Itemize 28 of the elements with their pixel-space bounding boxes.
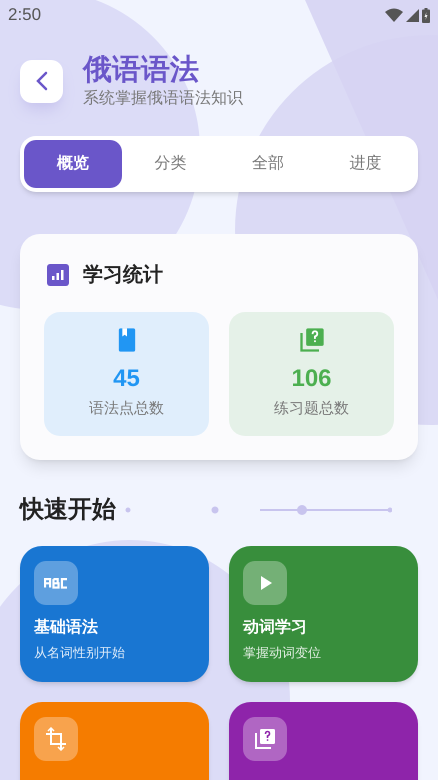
tab[interactable]: 进度 [316,140,414,188]
stat-value: 106 [291,364,332,394]
back-button[interactable] [20,60,63,102]
battery-icon [422,8,430,22]
question-icon [253,727,277,751]
chart-icon [47,264,69,286]
page-title: 俄语语法 [83,53,200,88]
quick-start-card[interactable]: 基础语法 从名词性别开始 [20,546,209,682]
stat-value: 45 [113,364,140,394]
crop-icon [44,727,68,751]
back-icon [36,71,48,91]
tab[interactable]: 概览 [24,140,122,188]
card-title: 动词学习 [243,618,307,638]
card-title: 基础语法 [34,618,98,638]
status-time: 2:50 [8,4,42,26]
wifi-icon [385,8,403,22]
stat-label: 语法点总数 [89,399,164,419]
quick-start-card[interactable]: 动词学习 掌握动词变位 [229,546,418,682]
page-subtitle: 系统掌握俄语语法知识 [83,88,243,109]
signal-icon [406,8,419,22]
stats-title: 学习统计 [83,262,163,288]
stat-label: 练习题总数 [274,399,349,419]
abc-icon [44,578,68,588]
tab[interactable]: 全部 [219,140,316,188]
tab[interactable]: 分类 [122,140,219,188]
card-subtitle: 从名词性别开始 [34,644,125,662]
section-title: 快速开始 [20,495,116,525]
card-subtitle: 掌握动词变位 [243,644,321,662]
